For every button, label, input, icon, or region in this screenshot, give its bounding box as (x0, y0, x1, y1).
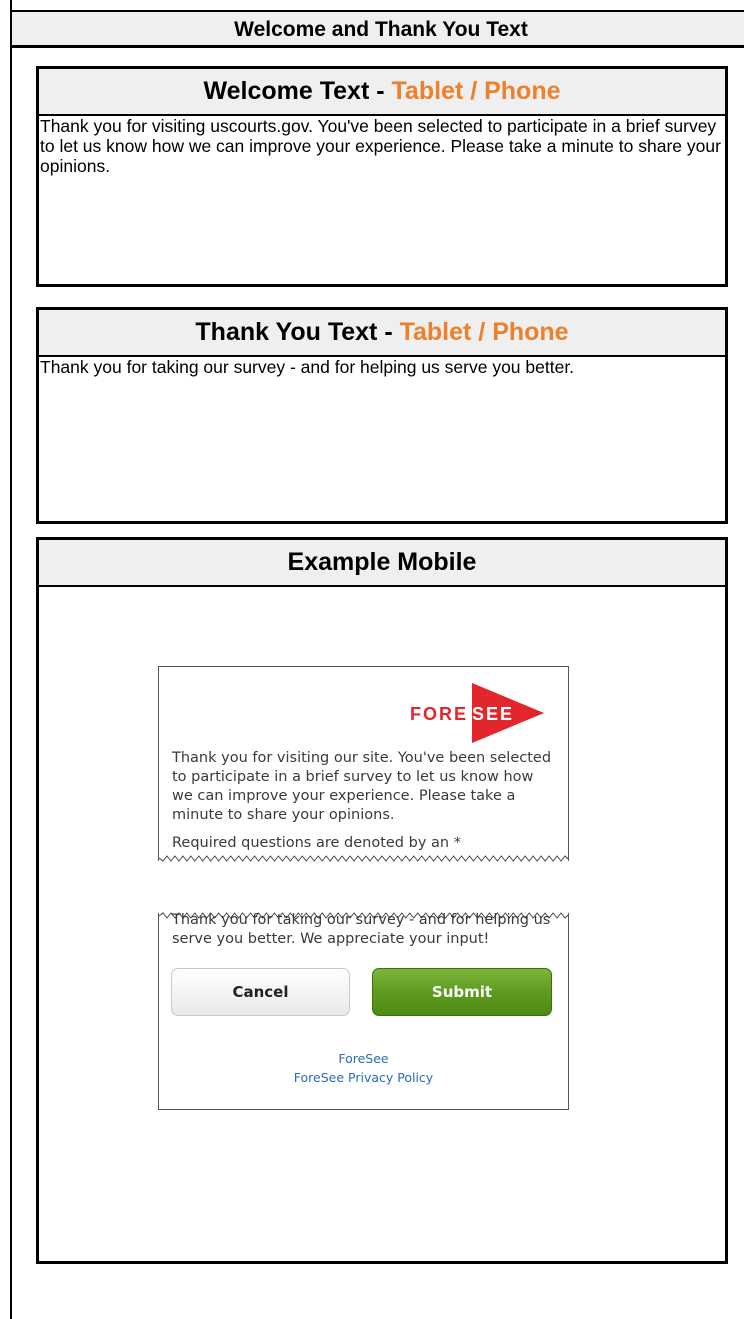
cancel-button[interactable]: Cancel (171, 968, 350, 1016)
torn-edge-bottom (159, 855, 568, 862)
example-mobile-section: Example Mobile FORE SEE Thank you for vi… (36, 537, 728, 1264)
welcome-text-section: Welcome Text - Tablet / Phone Thank you … (36, 66, 728, 287)
thank-you-text-section: Thank You Text - Tablet / Phone Thank yo… (36, 307, 728, 524)
mobile-welcome-text: Thank you for visiting our site. You've … (172, 750, 552, 823)
mobile-thanks-text: Thank you for taking our survey - and fo… (172, 912, 551, 947)
logo-text-see: SEE (472, 704, 514, 724)
mobile-welcome-card: FORE SEE Thank you for visiting our site… (158, 666, 569, 862)
mobile-thanks-card: Thank you for taking our survey - and fo… (158, 912, 569, 1110)
page-title: Welcome and Thank You Text (10, 10, 744, 48)
welcome-heading-label: Welcome Text - (203, 77, 392, 105)
submit-button[interactable]: Submit (372, 968, 552, 1016)
welcome-text-body: Thank you for visiting uscourts.gov. You… (40, 116, 721, 176)
logo-text-fore: FORE (410, 704, 468, 724)
foresee-link[interactable]: ForeSee (159, 1051, 568, 1066)
thanks-heading-accent: Tablet / Phone (399, 318, 569, 346)
foresee-logo: FORE SEE (410, 683, 544, 743)
welcome-text-heading: Welcome Text - Tablet / Phone (39, 69, 725, 116)
thank-you-text-heading: Thank You Text - Tablet / Phone (39, 310, 725, 357)
thanks-heading-label: Thank You Text - (195, 318, 400, 346)
mobile-required-note: Required questions are denoted by an * (172, 835, 461, 851)
thank-you-text-body: Thank you for taking our survey - and fo… (40, 357, 575, 377)
privacy-policy-link[interactable]: ForeSee Privacy Policy (159, 1070, 568, 1085)
welcome-heading-accent: Tablet / Phone (391, 77, 561, 105)
example-mobile-heading: Example Mobile (39, 540, 725, 587)
